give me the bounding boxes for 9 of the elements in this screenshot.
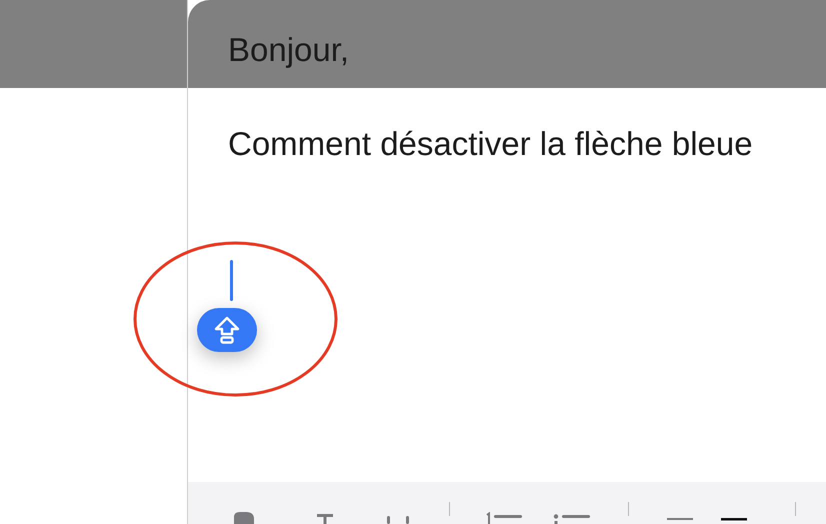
body-text: Comment désactiver la flèche bleue [228, 125, 753, 162]
greeting-text: Bonjour, [228, 31, 350, 68]
bold-icon[interactable] [232, 512, 256, 524]
text-cursor [230, 260, 233, 301]
numbered-list-icon[interactable] [484, 512, 522, 524]
bullet-list-icon[interactable] [552, 512, 590, 524]
shift-arrow-icon [213, 315, 241, 345]
text-icon[interactable] [317, 512, 333, 524]
floating-arrow-button[interactable] [197, 308, 257, 352]
